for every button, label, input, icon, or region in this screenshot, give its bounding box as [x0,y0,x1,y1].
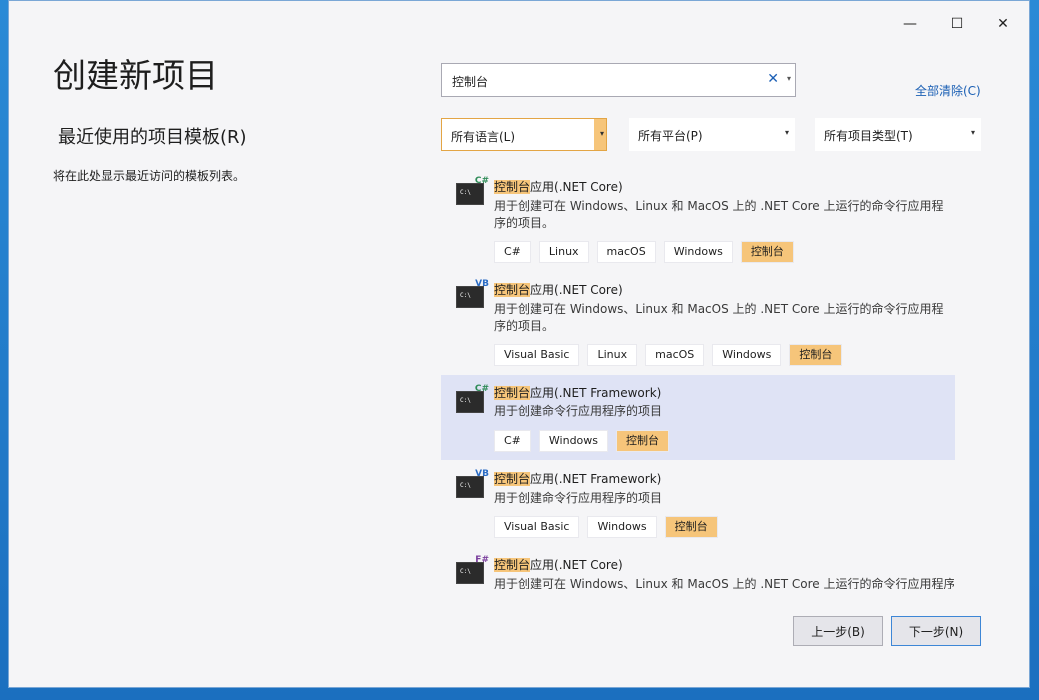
recent-templates-empty-note: 将在此处显示最近访问的模板列表。 [53,169,246,183]
template-item-selected[interactable]: C:\ C# 控制台应用(.NET Framework) 用于创建命令行应用程序… [441,375,955,460]
tag: Visual Basic [494,344,580,366]
template-item[interactable]: C:\ F# 控制台应用(.NET Core) 用于创建可在 Windows、L… [441,546,955,589]
chevron-down-icon: ▾ [970,128,975,137]
template-name-highlight: 控制台 [494,180,531,194]
template-description: 用于创建可在 Windows、Linux 和 MacOS 上的 .NET Cor… [494,577,954,589]
minimize-icon: — [903,16,917,32]
language-badge: VB [475,469,489,479]
search-input-value: 控制台 [452,75,489,89]
tag-highlighted: 控制台 [616,430,670,452]
template-name: 控制台应用(.NET Core) [494,178,623,195]
template-name-rest: 应用(.NET Framework) [530,386,662,400]
tag-highlighted: 控制台 [740,241,794,263]
search-input[interactable]: 控制台 ✕ ▾ [441,63,796,97]
maximize-button[interactable]: ☐ [938,9,976,39]
chevron-down-icon: ▾ [599,129,604,138]
template-name-rest: 应用(.NET Core) [530,180,623,194]
template-tags: C# Windows 控制台 [494,430,670,452]
template-item[interactable]: C:\ C# 控制台应用(.NET Core) 用于创建可在 Windows、L… [441,167,955,270]
template-item[interactable]: C:\ VB 控制台应用(.NET Framework) 用于创建命令行应用程序… [441,460,955,546]
tag-highlighted: 控制台 [789,344,843,366]
language-badge: C# [474,384,489,394]
search-history-dropdown-icon[interactable]: ▾ [787,74,791,83]
tag: macOS [596,241,656,263]
console-glyph: C:\ [460,189,471,196]
tag: C# [494,241,531,263]
tag: macOS [645,344,705,366]
tag: Windows [663,241,733,263]
language-badge: F# [475,555,489,565]
tag-highlighted: 控制台 [664,516,718,538]
tag: Visual Basic [494,516,580,538]
project-type-filter-select[interactable]: 所有项目类型(T) ▾ [815,118,981,151]
template-name-rest: 应用(.NET Framework) [530,472,662,486]
template-description: 用于创建可在 Windows、Linux 和 MacOS 上的 .NET Cor… [494,302,944,333]
language-badge: C# [474,176,489,186]
console-glyph: C:\ [460,397,471,404]
tag: Linux [538,241,589,263]
maximize-icon: ☐ [950,16,964,32]
template-description: 用于创建命令行应用程序的项目 [494,491,663,505]
next-button[interactable]: 下一步(N) [891,616,981,646]
platform-filter-label: 所有平台(P) [638,129,703,143]
template-item[interactable]: C:\ VB 控制台应用(.NET Core) 用于创建可在 Windows、L… [441,270,955,375]
clear-search-icon[interactable]: ✕ [767,71,779,87]
back-button[interactable]: 上一步(B) [793,616,883,646]
csharp-console-icon: C:\ C# [456,176,489,205]
template-name-rest: 应用(.NET Core) [530,558,623,572]
console-glyph: C:\ [460,482,471,489]
console-glyph: C:\ [460,292,471,299]
tag: Windows [538,430,609,452]
template-name: 控制台应用(.NET Framework) [494,470,661,487]
recent-templates-heading: 最近使用的项目模板(R) [58,127,247,148]
language-badge: VB [475,279,489,289]
language-filter-select[interactable]: 所有语言(L) ▾ [441,118,607,151]
template-name-highlight: 控制台 [494,283,531,297]
template-tags: C# Linux macOS Windows 控制台 [494,241,794,263]
vb-console-icon: C:\ VB [456,279,489,308]
console-glyph: C:\ [460,568,471,575]
language-filter-label: 所有语言(L) [451,130,516,144]
template-name-highlight: 控制台 [494,386,531,400]
fsharp-console-icon: C:\ F# [456,555,489,584]
minimize-button[interactable]: — [891,9,929,39]
clear-all-link[interactable]: 全部清除(C) [915,82,981,99]
tag: Windows [587,516,657,538]
tag: C# [494,430,531,452]
close-icon: ✕ [997,16,1009,32]
template-name-highlight: 控制台 [494,558,531,572]
template-name: 控制台应用(.NET Framework) [494,384,661,401]
tag: Windows [712,344,782,366]
template-name: 控制台应用(.NET Core) [494,556,623,573]
project-type-filter-label: 所有项目类型(T) [824,129,913,143]
chevron-down-icon: ▾ [784,128,789,137]
template-name-highlight: 控制台 [494,472,531,486]
template-list[interactable]: C:\ C# 控制台应用(.NET Core) 用于创建可在 Windows、L… [441,167,955,589]
platform-filter-select[interactable]: 所有平台(P) ▾ [629,118,795,151]
template-description: 用于创建可在 Windows、Linux 和 MacOS 上的 .NET Cor… [494,199,944,230]
template-name-rest: 应用(.NET Core) [530,283,623,297]
template-tags: Visual Basic Linux macOS Windows 控制台 [494,344,843,366]
csharp-console-icon: C:\ C# [456,384,489,413]
template-tags: Visual Basic Windows 控制台 [494,516,718,538]
create-project-dialog: — ☐ ✕ 创建新项目 最近使用的项目模板(R) 将在此处显示最近访问的模板列表… [8,0,1030,688]
tag: Linux [587,344,638,366]
page-title: 创建新项目 [53,56,218,95]
template-description: 用于创建命令行应用程序的项目 [494,404,663,418]
close-button[interactable]: ✕ [984,9,1022,39]
template-name: 控制台应用(.NET Core) [494,281,623,298]
vb-console-icon: C:\ VB [456,469,489,498]
